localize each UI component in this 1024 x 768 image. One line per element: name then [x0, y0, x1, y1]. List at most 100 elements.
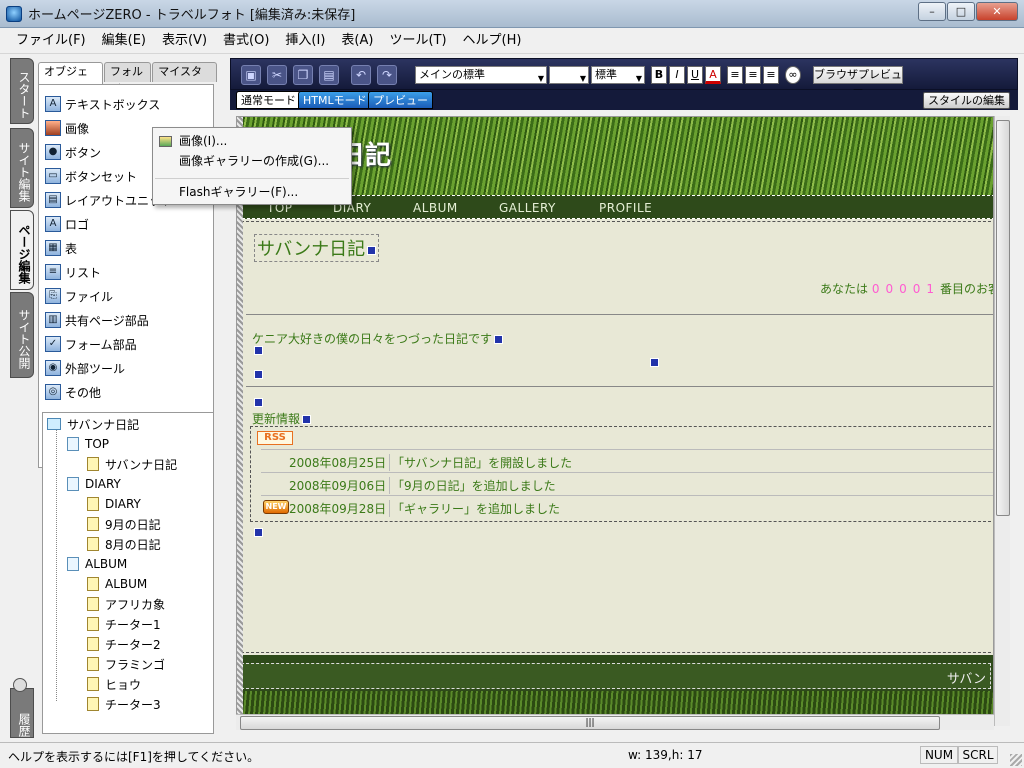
page-icon: [87, 577, 99, 591]
tab-site-publish[interactable]: サイト公開: [10, 292, 34, 378]
page-icon: [87, 517, 99, 531]
tab-preview[interactable]: プレビュー: [368, 91, 433, 109]
return-mark-icon: [494, 335, 504, 344]
style-edit-button[interactable]: スタイルの編集: [923, 92, 1010, 109]
news-row: NEW 2008年09月28日 「ギャラリー」を追加しました: [261, 495, 993, 518]
tree-node-leopard[interactable]: ヒョウ: [87, 675, 141, 693]
tab-html-mode[interactable]: HTMLモード: [298, 91, 372, 109]
menu-item-image-gallery[interactable]: 画像ギャラリーの作成(G)...: [179, 151, 329, 171]
object-textbox[interactable]: A テキストボックス: [45, 93, 160, 115]
tree-node-diary-page[interactable]: DIARY: [87, 495, 141, 513]
tab-page-edit[interactable]: ページ編集: [10, 210, 34, 290]
object-other[interactable]: ◎ その他: [45, 381, 101, 403]
footer-text-box[interactable]: サバン: [241, 663, 991, 689]
object-form-parts[interactable]: ✓ フォーム部品: [45, 333, 137, 355]
menu-item-image[interactable]: 画像(I)...: [179, 131, 227, 151]
object-file[interactable]: ⎘ ファイル: [45, 285, 113, 307]
italic-button[interactable]: I: [669, 66, 685, 84]
copy-icon[interactable]: ❐: [293, 65, 313, 85]
site-description[interactable]: ケニア大好きの僕の日々をつづった日記です: [252, 330, 504, 347]
object-button[interactable]: ● ボタン: [45, 141, 101, 163]
tree-node-top[interactable]: TOP: [67, 435, 109, 453]
bold-button[interactable]: B: [651, 66, 667, 84]
underline-button[interactable]: U: [687, 66, 703, 84]
tab-objects[interactable]: オブジェクト: [38, 62, 103, 96]
page-canvas[interactable]: 日記 TOP DIARY ALBUM GALLERY PROFILE サバンナ日…: [236, 116, 994, 726]
menu-file[interactable]: ファイル(F): [8, 30, 94, 52]
menu-help[interactable]: ヘルプ(H): [455, 30, 530, 52]
object-list[interactable]: ≡ リスト: [45, 261, 101, 283]
news-heading[interactable]: 更新情報: [252, 410, 312, 427]
access-counter: あなたは 00001番目のお客: [820, 282, 993, 296]
tree-node-elephant[interactable]: アフリカ象: [87, 595, 165, 613]
tab-start[interactable]: スタート: [10, 58, 34, 124]
font-color-button[interactable]: A: [705, 66, 721, 84]
news-box[interactable]: RSS 2008年08月25日 「サバンナ日記」を開設しました 2008年09月…: [250, 426, 993, 522]
object-buttonset[interactable]: ▭ ボタンセット: [45, 165, 137, 187]
tree-node-cheetah3[interactable]: チーター3: [87, 695, 161, 713]
tab-folder[interactable]: フォルダ: [103, 62, 152, 96]
browser-preview-button[interactable]: ブラウザプレビュー: [813, 66, 903, 97]
divider: [246, 314, 993, 315]
style-select[interactable]: 標準 ▼: [591, 66, 645, 84]
undo-icon[interactable]: ↶: [351, 65, 371, 85]
resize-grip-icon[interactable]: [1010, 754, 1022, 766]
tree-node-diary[interactable]: DIARY: [67, 475, 121, 493]
tab-mystyle[interactable]: マイスタイル: [152, 62, 217, 96]
vertical-scroll-thumb[interactable]: [996, 120, 1010, 516]
tab-site-edit[interactable]: サイト編集: [10, 128, 34, 208]
save-icon[interactable]: ▣: [241, 65, 261, 85]
nav-profile[interactable]: PROFILE: [599, 201, 652, 215]
object-shared-parts[interactable]: ▥ 共有ページ部品: [45, 309, 149, 331]
minimize-button[interactable]: –: [918, 2, 946, 21]
menu-edit[interactable]: 編集(E): [94, 30, 154, 52]
align-center-icon[interactable]: ≡: [745, 66, 761, 84]
menu-insert[interactable]: 挿入(I): [277, 30, 333, 52]
horizontal-scrollbar[interactable]: |||: [236, 714, 994, 730]
window-title: ホームページZERO - トラベルフォト [編集済み:未保存]: [28, 8, 356, 23]
align-right-icon[interactable]: ≡: [763, 66, 779, 84]
chevron-down-icon: ▼: [537, 74, 544, 83]
tree-node-aug[interactable]: 8月の日記: [87, 535, 161, 553]
tree-node-savanna[interactable]: サバンナ日記: [87, 455, 177, 473]
object-logo[interactable]: A ロゴ: [45, 213, 89, 235]
link-icon[interactable]: ∞: [785, 66, 801, 84]
page-icon: [87, 697, 99, 711]
page-icon: [87, 457, 99, 471]
menu-table[interactable]: 表(A): [333, 30, 381, 52]
menu-view[interactable]: 表示(V): [154, 30, 215, 52]
paste-icon[interactable]: ▤: [319, 65, 339, 85]
tab-history[interactable]: 履歴: [10, 688, 34, 738]
tree-node-cheetah1[interactable]: チーター1: [87, 615, 161, 633]
size-select[interactable]: ▼: [549, 66, 589, 84]
buttonset-icon: ▭: [45, 168, 61, 184]
tree-node-album[interactable]: ALBUM: [67, 555, 127, 573]
page-title[interactable]: サバンナ日記: [254, 234, 380, 262]
object-external-tools[interactable]: ◉ 外部ツール: [45, 357, 125, 379]
rss-icon[interactable]: RSS: [257, 431, 293, 445]
menu-format[interactable]: 書式(O): [215, 30, 277, 52]
list-icon: ≡: [45, 264, 61, 280]
redo-icon[interactable]: ↷: [377, 65, 397, 85]
page-icon: [87, 537, 99, 551]
object-table[interactable]: ▦ 表: [45, 237, 77, 259]
vertical-scrollbar[interactable]: [994, 116, 1010, 726]
menu-tools[interactable]: ツール(T): [381, 30, 454, 52]
maximize-button[interactable]: □: [947, 2, 975, 21]
menu-item-flash-gallery[interactable]: Flashギャラリー(F)...: [179, 182, 298, 202]
tab-normal-mode[interactable]: 通常モード: [236, 91, 301, 109]
button-icon: ●: [45, 144, 61, 160]
tree-node-cheetah2[interactable]: チーター2: [87, 635, 161, 653]
cut-icon[interactable]: ✂: [267, 65, 287, 85]
nav-album[interactable]: ALBUM: [413, 201, 458, 215]
close-button[interactable]: ✕: [976, 2, 1018, 21]
tree-site[interactable]: サバンナ日記: [47, 415, 139, 433]
tree-node-flamingo[interactable]: フラミンゴ: [87, 655, 165, 673]
align-left-icon[interactable]: ≡: [727, 66, 743, 84]
nav-gallery[interactable]: GALLERY: [499, 201, 556, 215]
object-image[interactable]: 画像: [45, 117, 89, 139]
horizontal-scroll-thumb[interactable]: |||: [240, 716, 940, 730]
font-select[interactable]: メインの標準 ▼: [415, 66, 547, 84]
tree-node-sept[interactable]: 9月の日記: [87, 515, 161, 533]
tree-node-album-page[interactable]: ALBUM: [87, 575, 147, 593]
